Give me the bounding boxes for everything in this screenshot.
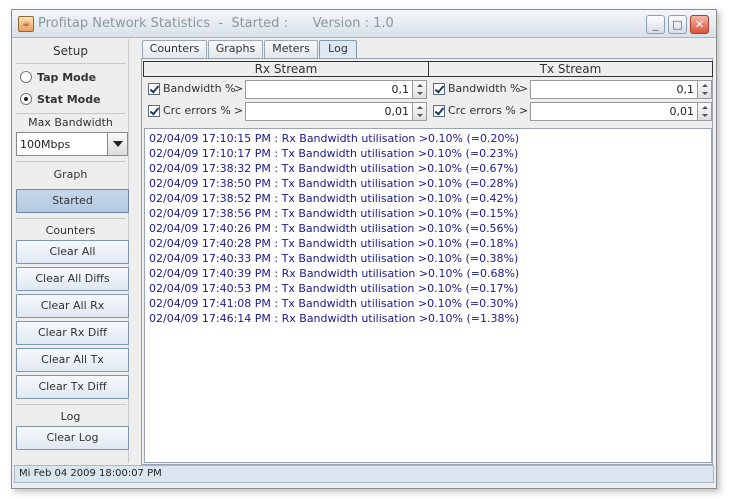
log-line: 02/04/09 17:46:14 PM : Rx Bandwidth util…	[149, 312, 520, 325]
tx-stream-header: Tx Stream	[428, 61, 713, 77]
tx-crc-label: Crc errors %	[448, 104, 516, 117]
log-line: 02/04/09 17:10:17 PM : Tx Bandwidth util…	[149, 147, 519, 160]
rx-stream-header: Rx Stream	[143, 61, 429, 77]
log-label: Log	[60, 410, 81, 423]
close-button[interactable]: ✕	[690, 15, 709, 34]
chevron-down-icon[interactable]	[107, 133, 127, 155]
divider	[16, 404, 126, 405]
log-line: 02/04/09 17:40:28 PM : Tx Bandwidth util…	[149, 237, 519, 250]
divider	[16, 113, 126, 114]
tx-bandwidth-label: Bandwidth %	[448, 82, 521, 95]
rx-crc-checkbox[interactable]	[148, 105, 160, 117]
tap-mode-radio[interactable]: Tap Mode	[20, 68, 96, 86]
rx-bandwidth-operator: >	[234, 82, 244, 95]
graph-started-button[interactable]: Started	[16, 189, 129, 213]
tx-bandwidth-spinner[interactable]	[697, 80, 712, 99]
log-text-area[interactable]: 02/04/09 17:10:15 PM : Rx Bandwidth util…	[144, 128, 712, 463]
tab-log[interactable]: Log	[319, 40, 357, 59]
log-line: 02/04/09 17:40:33 PM : Tx Bandwidth util…	[149, 252, 519, 265]
radio-icon	[20, 71, 32, 83]
clear-tx-diff-button[interactable]: Clear Tx Diff	[16, 375, 129, 399]
counters-label: Counters	[45, 224, 96, 237]
log-line: 02/04/09 17:40:26 PM : Tx Bandwidth util…	[149, 222, 519, 235]
clear-log-button[interactable]: Clear Log	[16, 426, 129, 450]
clear-rx-diff-button[interactable]: Clear Rx Diff	[16, 321, 129, 345]
tx-bandwidth-checkbox[interactable]	[433, 83, 445, 95]
rx-crc-input[interactable]: 0,01	[245, 102, 413, 121]
stat-mode-radio[interactable]: Stat Mode	[20, 90, 101, 108]
log-line: 02/04/09 17:40:53 PM : Tx Bandwidth util…	[149, 282, 519, 295]
tx-crc-input[interactable]: 0,01	[530, 102, 698, 121]
radio-selected-icon	[20, 93, 32, 105]
log-line: 02/04/09 17:38:52 PM : Tx Bandwidth util…	[149, 192, 519, 205]
java-cup-icon: ☕	[18, 16, 34, 32]
minimize-button[interactable]: _	[646, 15, 665, 34]
rx-bandwidth-label: Bandwidth %	[163, 82, 236, 95]
tab-graphs[interactable]: Graphs	[208, 40, 263, 58]
tab-counters[interactable]: Counters	[142, 40, 207, 58]
tx-crc-checkbox[interactable]	[433, 105, 445, 117]
clear-all-tx-button[interactable]: Clear All Tx	[16, 348, 129, 372]
clear-all-rx-button[interactable]: Clear All Rx	[16, 294, 129, 318]
stat-mode-label: Stat Mode	[37, 92, 101, 106]
divider	[16, 161, 126, 162]
max-bandwidth-select[interactable]: 100Mbps	[16, 132, 128, 156]
rx-crc-label: Crc errors %	[163, 104, 231, 117]
tx-crc-operator: >	[519, 104, 529, 117]
log-line: 02/04/09 17:40:39 PM : Rx Bandwidth util…	[149, 267, 520, 280]
log-line: 02/04/09 17:38:56 PM : Tx Bandwidth util…	[149, 207, 519, 220]
clear-all-diffs-button[interactable]: Clear All Diffs	[16, 267, 129, 291]
log-line: 02/04/09 17:38:50 PM : Tx Bandwidth util…	[149, 177, 519, 190]
maximize-button[interactable]: □	[668, 15, 687, 34]
rx-crc-spinner[interactable]	[412, 102, 427, 121]
divider	[16, 63, 126, 64]
max-bandwidth-label: Max Bandwidth	[28, 116, 113, 129]
rx-bandwidth-spinner[interactable]	[412, 80, 427, 99]
log-tab-panel: Rx Stream Tx Stream Bandwidth % > 0,1 Cr…	[141, 58, 713, 465]
rx-crc-operator: >	[234, 104, 244, 117]
status-bar: Mi Feb 04 2009 18:00:07 PM	[14, 465, 714, 483]
setup-label: Setup	[53, 44, 88, 58]
log-line: 02/04/09 17:41:08 PM : Tx Bandwidth util…	[149, 297, 519, 310]
clear-all-button[interactable]: Clear All	[16, 240, 129, 264]
divider	[16, 218, 126, 219]
rx-bandwidth-input[interactable]: 0,1	[245, 80, 413, 99]
max-bandwidth-value: 100Mbps	[20, 138, 71, 151]
tx-crc-spinner[interactable]	[697, 102, 712, 121]
tab-meters[interactable]: Meters	[264, 40, 318, 58]
tap-mode-label: Tap Mode	[37, 70, 97, 84]
log-line: 02/04/09 17:38:32 PM : Tx Bandwidth util…	[149, 162, 519, 175]
main-window: ☕ Profitap Network Statistics - Started …	[11, 9, 717, 489]
log-line: 02/04/09 17:10:15 PM : Rx Bandwidth util…	[149, 132, 520, 145]
tx-bandwidth-input[interactable]: 0,1	[530, 80, 698, 99]
left-panel: Setup Tap Mode Stat Mode Max Bandwidth 1…	[12, 39, 129, 463]
rx-bandwidth-checkbox[interactable]	[148, 83, 160, 95]
graph-label: Graph	[53, 168, 88, 181]
tx-bandwidth-operator: >	[519, 82, 529, 95]
window-title: Profitap Network Statistics - Started : …	[38, 16, 394, 31]
title-bar[interactable]: ☕ Profitap Network Statistics - Started …	[12, 10, 716, 38]
